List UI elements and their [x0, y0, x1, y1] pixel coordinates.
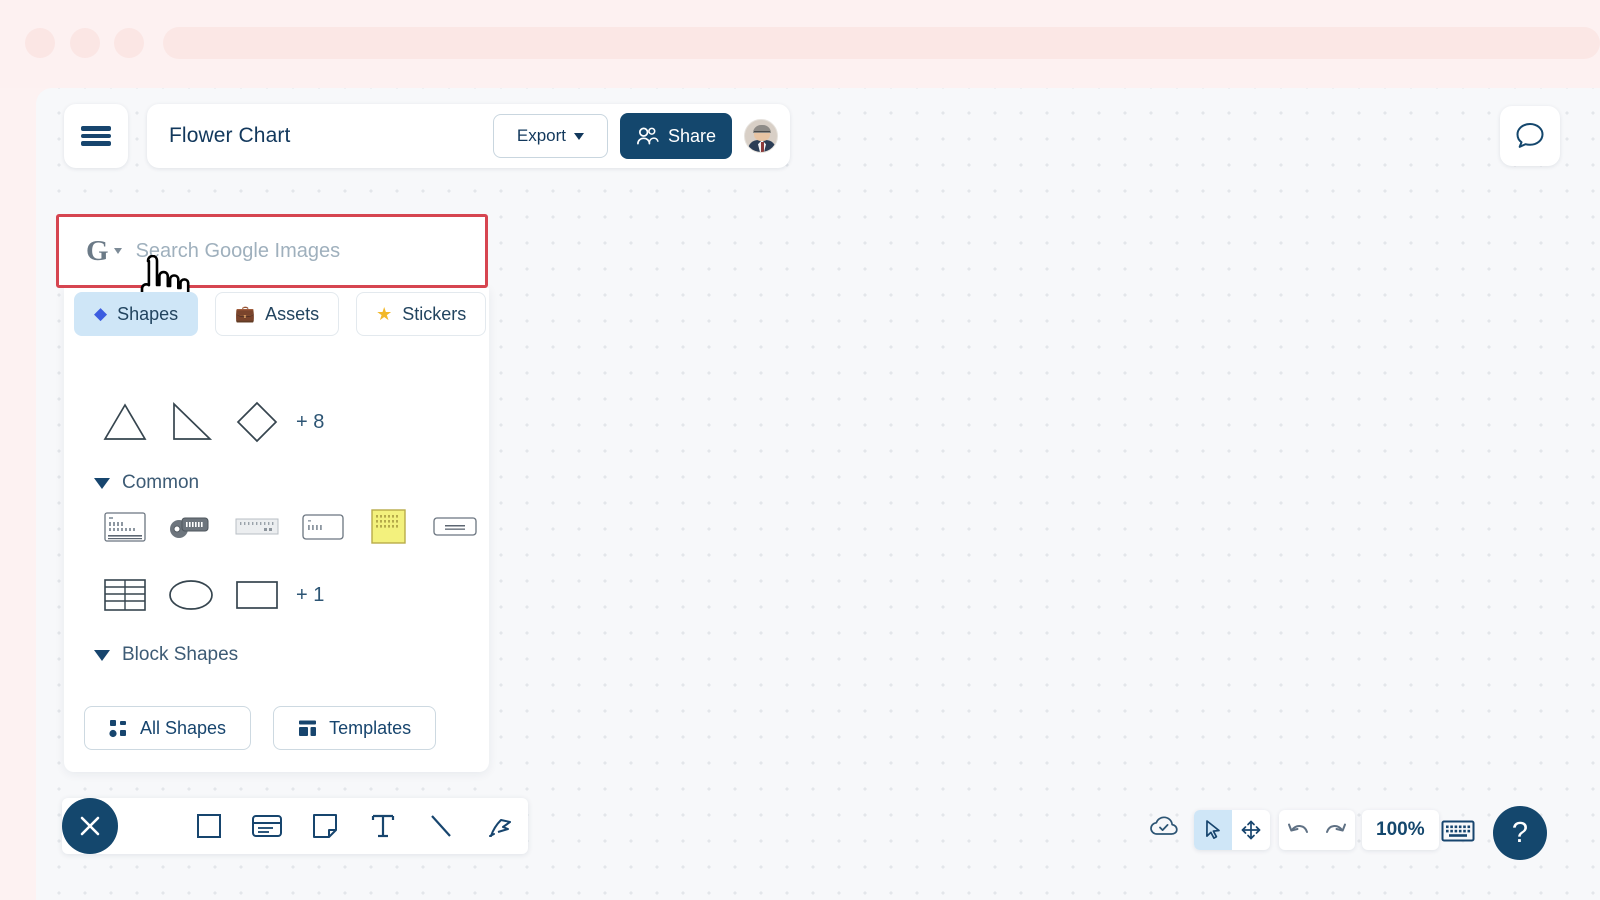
undo-button[interactable]: [1279, 810, 1317, 850]
note-tool-icon[interactable]: [296, 798, 354, 854]
select-cursor-icon: [1206, 820, 1220, 839]
tab-stickers[interactable]: ★ Stickers: [356, 292, 487, 336]
share-button[interactable]: Share: [619, 113, 732, 159]
google-g-icon: G: [86, 234, 109, 267]
search-input[interactable]: [135, 239, 456, 263]
triangle-shape[interactable]: [92, 392, 158, 452]
common-shapes-row-2: + 1: [92, 568, 324, 622]
select-cursor-button[interactable]: [1194, 810, 1232, 850]
keyboard-icon: [1441, 820, 1475, 842]
cloud-saved-icon: [1150, 816, 1178, 835]
right-triangle-shape[interactable]: [158, 392, 224, 452]
section-common-label: Common: [122, 472, 200, 493]
text-tool-icon[interactable]: [354, 798, 412, 854]
ruler-strip-thumbnail[interactable]: [224, 500, 290, 554]
document-title[interactable]: Flower Chart: [169, 124, 481, 148]
templates-button[interactable]: Templates: [273, 706, 437, 750]
panel-actions: All Shapes Templates: [84, 706, 437, 750]
chevron-down-icon: [113, 248, 122, 254]
section-block-shapes[interactable]: Block Shapes: [94, 644, 238, 666]
basic-shapes-more[interactable]: + 8: [296, 411, 324, 434]
cloud-saved-button[interactable]: [1148, 814, 1180, 845]
common-shapes-more[interactable]: + 1: [296, 584, 324, 607]
pen-draw-tool-icon[interactable]: [470, 798, 528, 854]
ellipse-shape[interactable]: [158, 568, 224, 622]
browser-url-bar[interactable]: [163, 27, 1600, 59]
close-panel-button[interactable]: [62, 798, 118, 854]
square-tool-icon[interactable]: [180, 798, 238, 854]
traffic-light-green-icon[interactable]: [114, 28, 144, 58]
triangle-down-icon: [94, 477, 110, 489]
redo-button[interactable]: [1317, 810, 1355, 850]
user-avatar[interactable]: [744, 119, 778, 153]
active-tab-connector: [74, 344, 196, 374]
layout-icon: [299, 720, 317, 736]
all-shapes-label: All Shapes: [140, 717, 227, 738]
close-x-icon: [80, 816, 100, 836]
tab-stickers-label: Stickers: [402, 303, 467, 324]
canvas-mode-group: [1194, 810, 1270, 850]
tab-shapes-label: Shapes: [117, 303, 179, 324]
hamburger-menu-button[interactable]: [64, 104, 128, 168]
tab-assets-label: Assets: [265, 303, 320, 324]
document-toolbar: Flower Chart Export Share: [147, 104, 790, 168]
zoom-level[interactable]: 100%: [1362, 810, 1439, 850]
section-common[interactable]: Common: [94, 472, 199, 494]
card-tool-icon[interactable]: [238, 798, 296, 854]
redo-icon: [1326, 823, 1346, 833]
help-button[interactable]: ?: [1493, 806, 1547, 860]
help-label: ?: [1511, 816, 1529, 849]
traffic-light-red-icon[interactable]: [25, 28, 55, 58]
pan-move-button[interactable]: [1232, 810, 1270, 850]
triangle-down-icon: [94, 649, 110, 661]
google-images-search: G: [56, 214, 488, 288]
tab-assets[interactable]: 💼 Assets: [215, 292, 340, 336]
table-shape[interactable]: [92, 568, 158, 622]
templates-label: Templates: [329, 717, 412, 738]
history-group: [1279, 810, 1355, 850]
chevron-down-icon: [574, 132, 585, 140]
tag-label-thumbnail[interactable]: [158, 500, 224, 554]
section-block-shapes-label: Block Shapes: [122, 644, 239, 665]
people-icon: [637, 127, 659, 145]
chat-button[interactable]: [1500, 106, 1560, 166]
banner-thumbnail[interactable]: [422, 500, 488, 554]
basic-shapes-row: + 8: [92, 392, 324, 452]
yellow-star-icon: ★: [376, 303, 393, 324]
panel-tabs: ◆ Shapes 💼 Assets ★ Stickers: [74, 292, 487, 336]
grid-dots-icon: [109, 719, 126, 737]
export-label: Export: [516, 126, 567, 145]
chat-bubble-icon: [1516, 123, 1544, 148]
blue-diamond-icon: ◆: [94, 304, 108, 323]
tab-shapes[interactable]: ◆ Shapes: [74, 292, 199, 336]
card-thumbnail[interactable]: [92, 500, 158, 554]
sticky-note-thumbnail[interactable]: [356, 500, 422, 554]
export-button[interactable]: Export: [492, 114, 608, 158]
search-box[interactable]: G: [56, 214, 488, 288]
hamburger-menu-icon: [81, 123, 111, 149]
rectangle-shape[interactable]: [224, 568, 290, 622]
diamond-shape[interactable]: [224, 392, 290, 452]
line-tool-icon[interactable]: [412, 798, 470, 854]
keyboard-shortcuts-button[interactable]: [1441, 819, 1475, 848]
small-card-thumbnail[interactable]: [290, 500, 356, 554]
browser-chrome: [0, 0, 1600, 88]
briefcase-icon: 💼: [235, 306, 256, 323]
traffic-light-yellow-icon[interactable]: [70, 28, 100, 58]
google-provider-selector[interactable]: G: [86, 234, 122, 267]
pan-move-icon: [1241, 820, 1261, 840]
share-label: Share: [667, 125, 716, 146]
drawing-toolbar: [62, 798, 528, 854]
common-shapes-row-1: [92, 500, 488, 554]
undo-icon: [1288, 823, 1308, 833]
all-shapes-button[interactable]: All Shapes: [84, 706, 252, 750]
